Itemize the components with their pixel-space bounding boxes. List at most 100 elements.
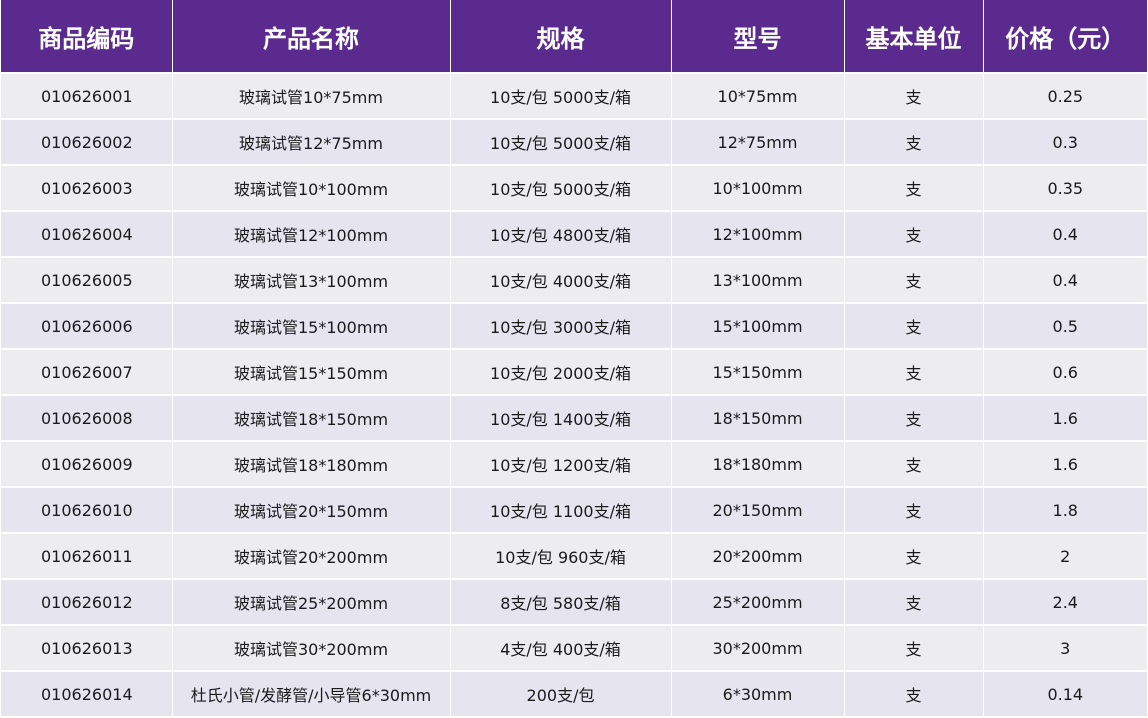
- table-row: 010626009 玻璃试管18*180mm 10支/包 1200支/箱 18*180…: [1, 441, 1147, 488]
- cell-product-name: 玻璃试管25*200mm: [172, 579, 451, 626]
- header-model: 型号: [671, 0, 845, 74]
- cell-model: 20*200mm: [671, 533, 845, 580]
- cell-specification: 10支/包 5000支/箱: [450, 165, 672, 212]
- cell-product-code: 010626014: [1, 671, 173, 718]
- cell-price: 0.5: [983, 303, 1147, 350]
- header-product-code: 商品编码: [1, 0, 173, 74]
- cell-specification: 4支/包 400支/箱: [450, 625, 672, 672]
- cell-model: 15*150mm: [671, 349, 845, 396]
- cell-base-unit: 支: [844, 533, 984, 580]
- cell-product-name: 玻璃试管20*150mm: [172, 487, 451, 534]
- table-body: 010626001 玻璃试管10*75mm 10支/包 5000支/箱 10*75mm…: [1, 73, 1147, 718]
- cell-product-code: 010626010: [1, 487, 173, 534]
- table-row: 010626007 玻璃试管15*150mm 10支/包 2000支/箱 15*150…: [1, 349, 1147, 396]
- cell-price: 1.6: [983, 441, 1147, 488]
- cell-model: 18*150mm: [671, 395, 845, 442]
- cell-base-unit: 支: [844, 257, 984, 304]
- cell-price: 0.14: [983, 671, 1147, 718]
- header-product-name: 产品名称: [172, 0, 451, 74]
- table-row: 010626011 玻璃试管20*200mm 10支/包 960支/箱 20*200m…: [1, 533, 1147, 580]
- cell-product-name: 玻璃试管20*200mm: [172, 533, 451, 580]
- cell-specification: 10支/包 4000支/箱: [450, 257, 672, 304]
- table-row: 010626002 玻璃试管12*75mm 10支/包 5000支/箱 12*75mm…: [1, 119, 1147, 166]
- cell-model: 10*100mm: [671, 165, 845, 212]
- cell-specification: 10支/包 3000支/箱: [450, 303, 672, 350]
- cell-base-unit: 支: [844, 395, 984, 442]
- cell-product-code: 010626002: [1, 119, 173, 166]
- cell-price: 0.3: [983, 119, 1147, 166]
- cell-price: 0.6: [983, 349, 1147, 396]
- cell-specification: 10支/包 4800支/箱: [450, 211, 672, 258]
- cell-price: 1.8: [983, 487, 1147, 534]
- table-row: 010626001 玻璃试管10*75mm 10支/包 5000支/箱 10*75mm…: [1, 73, 1147, 120]
- cell-price: 1.6: [983, 395, 1147, 442]
- cell-product-name: 玻璃试管13*100mm: [172, 257, 451, 304]
- cell-price: 3: [983, 625, 1147, 672]
- cell-product-code: 010626003: [1, 165, 173, 212]
- cell-price: 2: [983, 533, 1147, 580]
- cell-product-code: 010626008: [1, 395, 173, 442]
- cell-product-code: 010626005: [1, 257, 173, 304]
- cell-product-name: 玻璃试管12*75mm: [172, 119, 451, 166]
- table-row: 010626010 玻璃试管20*150mm 10支/包 1100支/箱 20*150…: [1, 487, 1147, 534]
- cell-product-name: 玻璃试管10*100mm: [172, 165, 451, 212]
- cell-product-code: 010626011: [1, 533, 173, 580]
- cell-product-code: 010626004: [1, 211, 173, 258]
- cell-model: 18*180mm: [671, 441, 845, 488]
- cell-product-name: 玻璃试管18*180mm: [172, 441, 451, 488]
- cell-price: 0.4: [983, 257, 1147, 304]
- cell-base-unit: 支: [844, 579, 984, 626]
- cell-product-code: 010626006: [1, 303, 173, 350]
- cell-product-name: 玻璃试管10*75mm: [172, 73, 451, 120]
- cell-specification: 10支/包 1100支/箱: [450, 487, 672, 534]
- cell-specification: 8支/包 580支/箱: [450, 579, 672, 626]
- table-row: 010626003 玻璃试管10*100mm 10支/包 5000支/箱 10*100…: [1, 165, 1147, 212]
- cell-product-name: 杜氏小管/发酵管/小导管6*30mm: [172, 671, 451, 718]
- cell-product-name: 玻璃试管15*150mm: [172, 349, 451, 396]
- cell-product-name: 玻璃试管12*100mm: [172, 211, 451, 258]
- cell-base-unit: 支: [844, 625, 984, 672]
- header-specification: 规格: [450, 0, 672, 74]
- cell-model: 30*200mm: [671, 625, 845, 672]
- cell-model: 6*30mm: [671, 671, 845, 718]
- cell-model: 25*200mm: [671, 579, 845, 626]
- cell-specification: 10支/包 5000支/箱: [450, 119, 672, 166]
- cell-price: 0.4: [983, 211, 1147, 258]
- cell-model: 13*100mm: [671, 257, 845, 304]
- table-row: 010626008 玻璃试管18*150mm 10支/包 1400支/箱 18*150…: [1, 395, 1147, 442]
- cell-base-unit: 支: [844, 119, 984, 166]
- cell-base-unit: 支: [844, 441, 984, 488]
- cell-base-unit: 支: [844, 303, 984, 350]
- header-price: 价格（元）: [983, 0, 1147, 74]
- cell-model: 12*75mm: [671, 119, 845, 166]
- cell-price: 0.25: [983, 73, 1147, 120]
- cell-product-code: 010626001: [1, 73, 173, 120]
- cell-product-code: 010626009: [1, 441, 173, 488]
- cell-specification: 10支/包 1400支/箱: [450, 395, 672, 442]
- cell-specification: 10支/包 5000支/箱: [450, 73, 672, 120]
- table-row: 010626013 玻璃试管30*200mm 4支/包 400支/箱 30*200mm…: [1, 625, 1147, 672]
- table-row: 010626005 玻璃试管13*100mm 10支/包 4000支/箱 13*100…: [1, 257, 1147, 304]
- cell-product-code: 010626013: [1, 625, 173, 672]
- table-row: 010626014 杜氏小管/发酵管/小导管6*30mm 200支/包 6*30mm 支…: [1, 671, 1147, 718]
- cell-model: 12*100mm: [671, 211, 845, 258]
- cell-model: 20*150mm: [671, 487, 845, 534]
- cell-base-unit: 支: [844, 73, 984, 120]
- price-table: 商品编码 产品名称 规格 型号 基本单位 价格（元） 010626001 玻璃试管…: [1, 0, 1147, 718]
- cell-base-unit: 支: [844, 671, 984, 718]
- cell-specification: 200支/包: [450, 671, 672, 718]
- table-header: 商品编码 产品名称 规格 型号 基本单位 价格（元）: [1, 0, 1147, 74]
- cell-base-unit: 支: [844, 211, 984, 258]
- cell-product-code: 010626012: [1, 579, 173, 626]
- cell-model: 10*75mm: [671, 73, 845, 120]
- header-row: 商品编码 产品名称 规格 型号 基本单位 价格（元）: [1, 0, 1147, 74]
- cell-base-unit: 支: [844, 349, 984, 396]
- cell-specification: 10支/包 1200支/箱: [450, 441, 672, 488]
- cell-product-name: 玻璃试管30*200mm: [172, 625, 451, 672]
- cell-specification: 10支/包 2000支/箱: [450, 349, 672, 396]
- cell-product-code: 010626007: [1, 349, 173, 396]
- cell-price: 2.4: [983, 579, 1147, 626]
- cell-product-name: 玻璃试管15*100mm: [172, 303, 451, 350]
- cell-base-unit: 支: [844, 487, 984, 534]
- table-row: 010626006 玻璃试管15*100mm 10支/包 3000支/箱 15*100…: [1, 303, 1147, 350]
